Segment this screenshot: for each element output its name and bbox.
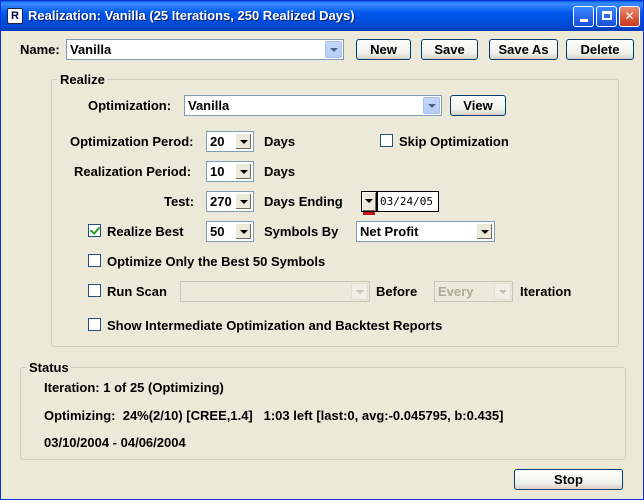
skip-optimization-checkbox[interactable] bbox=[380, 134, 393, 147]
realize-best-label: Realize Best bbox=[107, 224, 184, 239]
show-intermediate-checkbox[interactable] bbox=[88, 318, 101, 331]
realization-window: R Realization: Vanilla (25 Iterations, 2… bbox=[0, 0, 644, 500]
symbols-by-value: Net Profit bbox=[360, 224, 419, 239]
iteration-status: Iteration: 1 of 25 (Optimizing) bbox=[44, 380, 224, 395]
optimization-label: Optimization: bbox=[88, 98, 172, 113]
test-label: Test: bbox=[164, 194, 195, 209]
show-intermediate-label: Show Intermediate Optimization and Backt… bbox=[107, 318, 443, 333]
view-button[interactable]: View bbox=[450, 95, 506, 116]
window-title: Realization: Vanilla (25 Iterations, 250… bbox=[28, 8, 355, 23]
name-combo[interactable]: Vanilla bbox=[66, 39, 344, 60]
name-value: Vanilla bbox=[70, 42, 112, 57]
save-as-button[interactable]: Save As bbox=[489, 39, 558, 60]
optimizing-status: Optimizing: 24%(2/10) [CREE,1.4] 1:03 le… bbox=[44, 408, 504, 423]
iteration-label: Iteration bbox=[520, 284, 572, 299]
app-icon: R bbox=[7, 8, 23, 24]
realization-period-combo[interactable]: 10 bbox=[206, 161, 254, 182]
chevron-down-icon[interactable] bbox=[325, 41, 342, 58]
realize-best-value: 50 bbox=[210, 224, 225, 239]
close-icon[interactable]: ✕ bbox=[619, 6, 640, 27]
chevron-down-icon[interactable] bbox=[235, 133, 252, 150]
chevron-down-icon bbox=[351, 283, 368, 300]
run-scan-checkbox[interactable] bbox=[88, 284, 101, 297]
every-value: Every bbox=[438, 284, 474, 299]
optimization-period-value: 20 bbox=[210, 134, 225, 149]
optimization-combo[interactable]: Vanilla bbox=[184, 95, 442, 116]
title-bar[interactable]: R Realization: Vanilla (25 Iterations, 2… bbox=[1, 1, 643, 31]
chevron-down-icon[interactable] bbox=[423, 97, 440, 114]
optimize-only-checkbox[interactable] bbox=[88, 254, 101, 267]
stop-button[interactable]: Stop bbox=[514, 469, 623, 490]
chevron-down-icon[interactable] bbox=[235, 193, 252, 210]
symbols-by-combo[interactable]: Net Profit bbox=[356, 221, 495, 242]
optimization-period-combo[interactable]: 20 bbox=[206, 131, 254, 152]
chevron-down-icon[interactable] bbox=[235, 223, 252, 240]
skip-optimization-label: Skip Optimization bbox=[399, 134, 509, 149]
realization-period-label: Realization Period: bbox=[74, 164, 192, 179]
realize-best-combo[interactable]: 50 bbox=[206, 221, 254, 242]
optimize-only-label: Optimize Only the Best 50 Symbols bbox=[107, 254, 326, 269]
realize-group-title: Realize bbox=[58, 72, 107, 87]
maximize-icon[interactable] bbox=[596, 6, 617, 27]
chevron-down-icon[interactable] bbox=[235, 163, 252, 180]
chevron-down-icon bbox=[494, 283, 511, 300]
run-scan-label: Run Scan bbox=[107, 284, 167, 299]
symbols-by-label: Symbols By bbox=[264, 224, 339, 239]
delete-button[interactable]: Delete bbox=[566, 39, 634, 60]
chevron-down-icon[interactable] bbox=[476, 223, 493, 240]
optimization-period-unit: Days bbox=[264, 134, 296, 149]
realize-best-checkbox[interactable] bbox=[88, 224, 101, 237]
new-button[interactable]: New bbox=[356, 39, 411, 60]
name-label: Name: bbox=[20, 42, 60, 57]
save-button[interactable]: Save bbox=[421, 39, 478, 60]
run-scan-combo bbox=[180, 281, 370, 302]
every-combo: Every bbox=[434, 281, 513, 302]
date-picker-button[interactable] bbox=[361, 191, 377, 215]
minimize-icon[interactable] bbox=[573, 6, 594, 27]
status-group-title: Status bbox=[27, 360, 71, 375]
test-end-date-field[interactable]: 03/24/05 bbox=[377, 191, 439, 212]
test-days-value: 270 bbox=[210, 194, 232, 209]
realize-group bbox=[51, 79, 619, 347]
realization-period-unit: Days bbox=[264, 164, 296, 179]
optimization-value: Vanilla bbox=[188, 98, 230, 113]
test-unit-label: Days Ending bbox=[264, 194, 343, 209]
optimization-period-label: Optimization Perod: bbox=[70, 134, 194, 149]
realization-period-value: 10 bbox=[210, 164, 225, 179]
before-label: Before bbox=[376, 284, 418, 299]
test-days-combo[interactable]: 270 bbox=[206, 191, 254, 212]
date-range-status: 03/10/2004 - 04/06/2004 bbox=[44, 435, 186, 450]
